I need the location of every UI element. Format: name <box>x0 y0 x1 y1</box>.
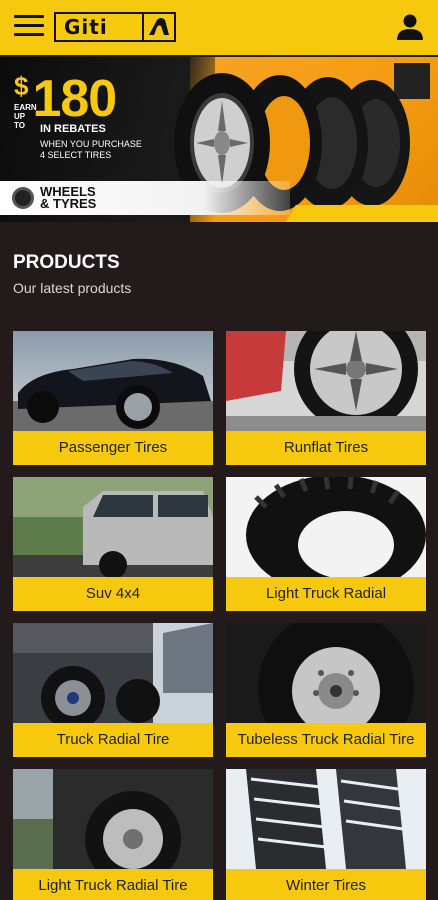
product-card-light-truck-radial-tire[interactable]: Light Truck Radial Tire <box>13 769 213 900</box>
product-label: Winter Tires <box>226 869 426 900</box>
products-subtitle: Our latest products <box>13 280 132 296</box>
product-label: Light Truck Radial <box>226 577 426 611</box>
promo-earn-label: EARN UP TO <box>14 103 37 130</box>
banner-stripe <box>284 205 438 222</box>
promo-amount: 180 <box>32 70 117 128</box>
product-label: Light Truck Radial Tire <box>13 869 213 900</box>
product-label: Suv 4x4 <box>13 577 213 611</box>
user-account-icon[interactable] <box>396 13 424 41</box>
product-label: Passenger Tires <box>13 431 213 465</box>
promo-line-2: 4 SELECT TIRES <box>40 150 112 160</box>
product-label: Tubeless Truck Radial Tire <box>226 723 426 757</box>
product-card-runflat-tires[interactable]: Runflat Tires <box>226 331 426 465</box>
product-image <box>13 331 213 431</box>
product-image <box>226 769 426 869</box>
product-label: Truck Radial Tire <box>13 723 213 757</box>
brand-name: Giti <box>64 15 108 39</box>
promo-rebates: IN REBATES <box>40 123 106 135</box>
product-card-tubeless-truck-radial-tire[interactable]: Tubeless Truck Radial Tire <box>226 623 426 757</box>
brand-logo[interactable]: Giti <box>54 12 176 42</box>
products-section-header: PRODUCTS Our latest products <box>13 252 131 296</box>
tyre-badge-icon <box>12 187 34 209</box>
promo-dollar: $ <box>14 71 29 101</box>
product-card-passenger-tires[interactable]: Passenger Tires <box>13 331 213 465</box>
product-card-winter-tires[interactable]: Winter Tires <box>226 769 426 900</box>
app-header: Giti <box>0 0 438 55</box>
promo-line-1: WHEN YOU PURCHASE <box>40 139 142 149</box>
product-image <box>226 623 426 723</box>
wt-line-2: & TYRES <box>40 196 97 211</box>
product-label: Runflat Tires <box>226 431 426 465</box>
product-card-light-truck-radial[interactable]: Light Truck Radial <box>226 477 426 611</box>
menu-icon[interactable] <box>14 15 44 39</box>
product-image <box>226 477 426 577</box>
promo-text: $ 180 EARN UP TO IN REBATES WHEN YOU PUR… <box>14 70 142 160</box>
promo-banner[interactable]: $ 180 EARN UP TO IN REBATES WHEN YOU PUR… <box>0 57 438 222</box>
wheels-tyres-logo: WHEELS & TYRES <box>40 185 97 211</box>
promo-conditions: WHEN YOU PURCHASE 4 SELECT TIRES <box>40 139 142 161</box>
product-card-suv-4x4[interactable]: Suv 4x4 <box>13 477 213 611</box>
product-image <box>13 623 213 723</box>
product-image <box>13 477 213 577</box>
wheels-tyres-bar: WHEELS & TYRES <box>0 181 290 215</box>
product-image <box>13 769 213 869</box>
product-card-truck-radial-tire[interactable]: Truck Radial Tire <box>13 623 213 757</box>
brand-mark-icon <box>142 14 174 40</box>
products-title: PRODUCTS <box>13 252 120 273</box>
product-image <box>226 331 426 431</box>
